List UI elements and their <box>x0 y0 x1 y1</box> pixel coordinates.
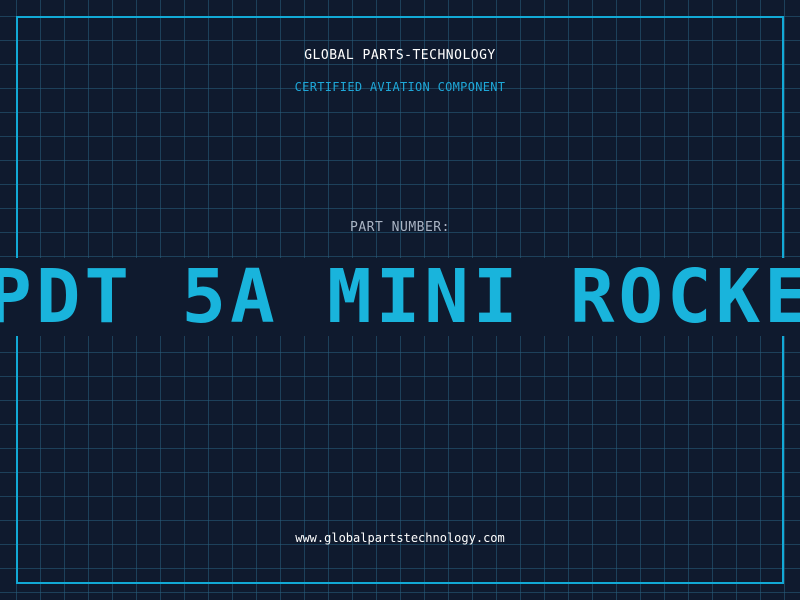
part-number-band: DPDT 5A MINI ROCKER <box>0 258 800 336</box>
company-name: GLOBAL PARTS-TECHNOLOGY <box>304 48 496 63</box>
part-number-label: PART NUMBER: <box>350 220 450 235</box>
certification-subtitle: CERTIFIED AVIATION COMPONENT <box>294 80 506 94</box>
website-url: www.globalpartstechnology.com <box>295 531 505 545</box>
part-number-value: DPDT 5A MINI ROCKER <box>0 258 800 336</box>
